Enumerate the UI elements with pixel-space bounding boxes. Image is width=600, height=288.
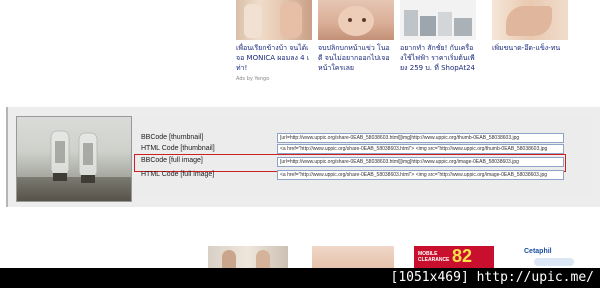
image-preview-thumbnail[interactable]: [16, 116, 132, 202]
html-full-image-field[interactable]: <a href="http://www.uppic.org/share-0EAB…: [277, 170, 564, 180]
bbcode-full-image-label: BBCode [full image]: [141, 157, 203, 164]
html-full-image-label: HTML Code [full image]: [141, 171, 215, 178]
ads-strip-top: เพื่อนเรียกข้างบ้า จนได้เจอ MONICA ผอมลง…: [0, 0, 600, 100]
bbcode-thumbnail-field[interactable]: [url=http://www.uppic.org/share-0EAB_580…: [277, 133, 564, 143]
image-host-footer: [1051x469] http://upic.me/: [0, 268, 600, 288]
ad-clearance-text: CLEARANCE: [418, 257, 450, 263]
html-thumbnail-label: HTML Code [thumbnail]: [141, 145, 215, 152]
ad-thumbnail-3[interactable]: [400, 0, 476, 40]
ad-thumbnail-2[interactable]: [318, 0, 394, 40]
ad-text-2[interactable]: จบปลิกบกหน้าแข่ว โนอดี จนไม่อยากออกไปเจอ…: [318, 43, 394, 73]
product-bottle-icon: [534, 258, 574, 266]
ad-brand-text: Cetaphil: [524, 248, 552, 255]
ad-thumbnail-1[interactable]: [236, 0, 312, 40]
ad-sale-number: 82: [452, 246, 473, 266]
bbcode-full-image-field[interactable]: [url=http://www.uppic.org/share-0EAB_580…: [277, 157, 564, 167]
ad-card-2[interactable]: จบปลิกบกหน้าแข่ว โนอดี จนไม่อยากออกไปเจอ…: [318, 0, 394, 73]
ad-thumbnail-4[interactable]: [492, 0, 568, 40]
bottom-ad-4[interactable]: Cetaphil: [514, 246, 596, 268]
bottom-ad-3[interactable]: MOBILE CLEARANCE 82: [414, 246, 494, 268]
person-icon: [222, 250, 236, 268]
bottom-ad-1[interactable]: [208, 246, 288, 268]
ad-text-4[interactable]: เพิ่มขนาด-อึด-แข็ง-ทน: [492, 43, 568, 53]
ad-card-1[interactable]: เพื่อนเรียกข้างบ้า จนได้เจอ MONICA ผอมลง…: [236, 0, 312, 73]
ad-text-1[interactable]: เพื่อนเรียกข้างบ้า จนได้เจอ MONICA ผอมลง…: [236, 43, 312, 73]
ads-by-label[interactable]: Ads by Yengo: [236, 76, 269, 82]
ad-text-3[interactable]: อยากทำ สักชั่ย! กับเครื่องใช้ไฟฟ้า ราคาเ…: [400, 43, 476, 73]
html-thumbnail-field[interactable]: <a href="http://www.uppic.org/share-0EAB…: [277, 144, 564, 154]
vacuum-tubes-photo: [17, 130, 131, 201]
image-size-url-caption[interactable]: [1051x469] http://upic.me/: [391, 270, 595, 285]
ad-card-4[interactable]: เพิ่มขนาด-อึด-แข็ง-ทน: [492, 0, 568, 53]
person-icon: [256, 250, 270, 268]
ad-card-3[interactable]: อยากทำ สักชั่ย! กับเครื่องใช้ไฟฟ้า ราคาเ…: [400, 0, 476, 73]
bottom-ad-2[interactable]: [312, 246, 394, 268]
bbcode-thumbnail-label: BBCode [thumbnail]: [141, 134, 204, 141]
